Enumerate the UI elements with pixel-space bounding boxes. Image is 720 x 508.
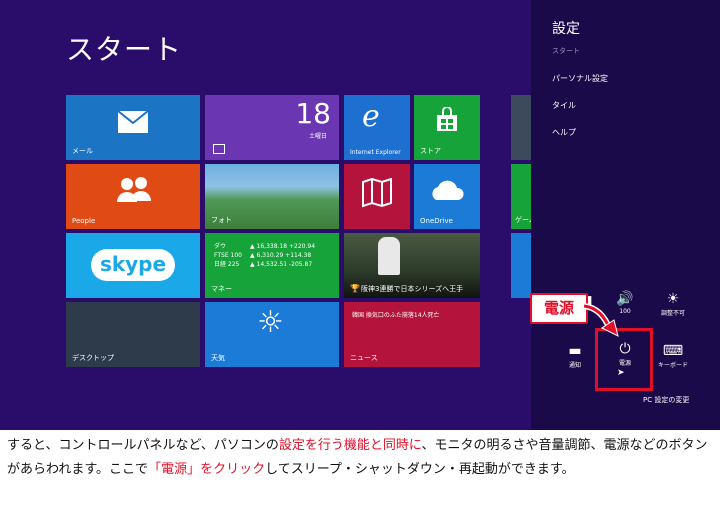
callout-arrow-icon (583, 303, 619, 337)
skype-logo: skype (91, 249, 175, 281)
tile-label: メール (72, 147, 93, 155)
sports-photo (378, 237, 400, 275)
tile-label: People (72, 217, 96, 225)
tile-label: ゲーム (515, 216, 531, 224)
tile-skype[interactable]: skype (66, 233, 200, 298)
people-icon (117, 177, 151, 202)
finance-row: FTSE 100 ▲ 6,310.29 +114.38 (214, 252, 312, 259)
charm-title: 設定 (552, 21, 580, 37)
tile-partial-3[interactable] (511, 233, 531, 298)
store-icon (437, 107, 457, 131)
notifications-icon: ▬ (568, 343, 582, 359)
notifications-label: 通知 (568, 362, 581, 369)
keyboard-icon: ⌨ (662, 343, 684, 359)
sports-headline: 阪神3連勝で日本シリーズへ王手 (361, 285, 464, 293)
caption-text: すると、コントロールパネルなど、パソコンの設定を行う機能と同時に、モニタの明るさ… (7, 438, 708, 477)
tile-finance[interactable]: ダウ ▲ 16,338.18 +220.94 FTSE 100 ▲ 6,310.29… (205, 233, 339, 298)
power-callout: 電源 (530, 293, 588, 324)
pc-settings-link[interactable]: PC 設定の変更 (643, 395, 689, 405)
tile-ie[interactable]: e Internet Explorer (344, 95, 410, 160)
tile-label: 天気 (211, 354, 225, 362)
charm-subtitle: スタート (552, 47, 580, 55)
tile-label: ニュース (350, 354, 378, 362)
brightness-icon: ☀ (666, 291, 680, 307)
finance-rows: ダウ ▲ 16,338.18 +220.94 FTSE 100 ▲ 6,310.29… (214, 242, 315, 269)
start-screen: スタート メール 18 土曜日 e Internet Explorer ストア … (0, 0, 720, 430)
calendar-day: 18 (295, 97, 331, 130)
cloud-icon (432, 180, 464, 200)
keyboard-button[interactable]: ⌨ キーボード (649, 342, 697, 369)
ie-icon: e (362, 99, 380, 134)
tile-desktop[interactable]: デスクトップ (66, 302, 200, 367)
tile-label: マネー (211, 285, 232, 293)
finance-row: ダウ ▲ 16,338.18 +220.94 (214, 243, 316, 250)
tile-sports[interactable]: 🏆 阪神3連勝で日本シリーズへ王手 (344, 233, 480, 298)
brightness-button[interactable]: ☀ 調整不可 (649, 290, 697, 317)
tile-weather[interactable]: ☼ 天気 (205, 302, 339, 367)
start-title: スタート (66, 33, 183, 66)
tile-label: ストア (420, 147, 441, 155)
tile-label: OneDrive (420, 217, 453, 225)
tile-store[interactable]: ストア (414, 95, 480, 160)
tile-onedrive[interactable]: OneDrive (414, 164, 480, 229)
charm-item-tiles[interactable]: タイル (552, 100, 576, 111)
calendar-weekday: 土曜日 (308, 133, 327, 140)
brightness-label: 調整不可 (660, 310, 685, 317)
tile-maps[interactable] (344, 164, 410, 229)
map-icon (362, 178, 392, 208)
sun-icon: ☼ (257, 305, 284, 340)
tile-photos[interactable]: フォト (205, 164, 339, 229)
tile-calendar[interactable]: 18 土曜日 (205, 95, 339, 160)
tile-games[interactable]: ゲーム (511, 164, 531, 229)
tile-news[interactable]: 韓国 換気口のふた崩落14人死亡 ニュース (344, 302, 480, 367)
notifications-button[interactable]: ▬ 通知 (551, 342, 599, 369)
calendar-icon (213, 144, 225, 154)
charm-item-help[interactable]: ヘルプ (552, 127, 576, 138)
keyboard-label: キーボード (657, 362, 688, 369)
charm-item-personalize[interactable]: パーソナル設定 (552, 73, 608, 84)
skype-wordmark: skype (99, 252, 167, 276)
tile-label: デスクトップ (72, 354, 114, 362)
tile-mail[interactable]: メール (66, 95, 200, 160)
tile-partial-1[interactable] (511, 95, 531, 160)
tile-people[interactable]: People (66, 164, 200, 229)
trophy-icon: 🏆 (350, 284, 360, 293)
tile-label: フォト (211, 216, 232, 224)
finance-row: 日経 225 ▲ 14,532.51 -205.87 (214, 261, 313, 268)
tile-label: Internet Explorer (350, 149, 401, 156)
mail-icon (117, 110, 149, 133)
news-headline: 韓国 換気口のふた崩落14人死亡 (352, 312, 440, 319)
